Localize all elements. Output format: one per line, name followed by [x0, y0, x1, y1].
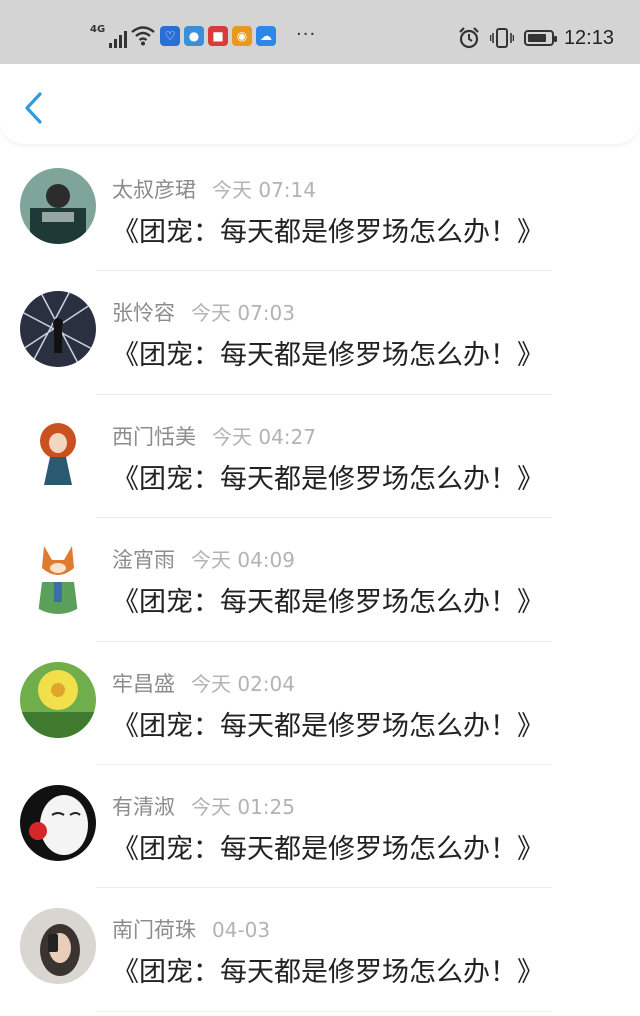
status-time: 12:13 [563, 26, 614, 49]
network-type: 4G [90, 24, 106, 35]
avatar[interactable] [20, 538, 96, 615]
sender-name: 有清淑 今天 01:25 [112, 791, 295, 821]
message-text: 《团宠：每天都是修罗场怎么办！》 [112, 710, 544, 742]
message-list: 太叔彦珺 今天 07:14 《团宠：每天都是修罗场怎么办！》 张怜容 今天 07:03 《… [0, 148, 640, 1012]
message-text: 《团宠：每天都是修罗场怎么办！》 [112, 217, 544, 248]
sender-name-text: 有清淑 [112, 794, 175, 819]
message-text: 《团宠：每天都是修罗场怎么办！》 [112, 957, 544, 989]
message-item[interactable]: 有清淑 今天 01:25 《团宠：每天都是修罗场怎么办！》 [0, 765, 640, 889]
vibrate-icon [489, 28, 514, 48]
battery-icon [523, 30, 557, 46]
sender-name-text: 太叔彦珺 [112, 178, 196, 202]
notification-icons: ♡ ● ■ ◉ ☁ [160, 26, 276, 46]
wifi-icon [131, 26, 155, 46]
avatar[interactable] [20, 661, 96, 738]
divider [96, 1010, 552, 1012]
sender-name: 太叔彦珺 今天 07:14 [112, 174, 316, 204]
message-item[interactable]: 张怜容 今天 07:03 《团宠：每天都是修罗场怎么办！》 [0, 271, 640, 395]
sender-name-text: 牢昌盛 [112, 671, 175, 696]
message-time: 今天 07:14 [212, 178, 316, 202]
message-time: 今天 04:27 [212, 424, 316, 449]
message-item[interactable]: 太叔彦珺 今天 07:14 《团宠：每天都是修罗场怎么办！》 [0, 148, 640, 272]
message-text: 《团宠：每天都是修罗场怎么办！》 [112, 587, 544, 619]
sender-name: 南门荷珠 04-03 [112, 914, 270, 944]
cellular-signal-icon: 4G [90, 24, 128, 48]
avatar[interactable] [20, 291, 96, 368]
sender-name: 淦宵雨 今天 04:09 [112, 544, 295, 574]
sender-name-text: 淦宵雨 [112, 548, 175, 573]
message-item[interactable]: 西门恬美 今天 04:27 《团宠：每天都是修罗场怎么办！》 [0, 395, 640, 519]
message-item[interactable]: 牢昌盛 今天 02:04 《团宠：每天都是修罗场怎么办！》 [0, 642, 640, 765]
message-text: 《团宠：每天都是修罗场怎么办！》 [112, 463, 544, 495]
security-app-icon: ♡ [160, 26, 180, 46]
sender-name: 张怜容 今天 07:03 [112, 297, 295, 327]
more-notifications-icon: ··· [296, 24, 317, 45]
status-bar: 4G ♡ ● ■ ◉ ☁ ··· 12:13 [0, 0, 640, 64]
message-item[interactable]: 南门荷珠 04-03 《团宠：每天都是修罗场怎么办！》 [0, 888, 640, 1012]
reader-app-icon: ■ [208, 26, 228, 46]
weather-app-icon: ☁ [256, 26, 276, 46]
message-time: 今天 02:04 [191, 671, 295, 696]
sender-name-text: 西门恬美 [112, 424, 196, 449]
message-text: 《团宠：每天都是修罗场怎么办！》 [112, 833, 544, 865]
message-item[interactable]: 淦宵雨 今天 04:09 《团宠：每天都是修罗场怎么办！》 [0, 518, 640, 642]
browser-app-icon: ● [184, 26, 204, 46]
message-time: 今天 07:03 [191, 301, 295, 326]
message-time: 今天 01:25 [191, 794, 295, 819]
alarm-icon [459, 27, 479, 49]
avatar[interactable] [20, 908, 96, 985]
weibo-app-icon: ◉ [232, 26, 252, 46]
sender-name-text: 南门荷珠 [112, 918, 196, 943]
message-time: 今天 04:09 [191, 548, 295, 573]
sender-name-text: 张怜容 [112, 301, 175, 326]
avatar[interactable] [20, 414, 96, 491]
navigation-bar [0, 64, 640, 144]
message-time: 04-03 [212, 918, 271, 943]
chevron-left-icon[interactable] [18, 90, 48, 126]
avatar[interactable] [20, 784, 96, 861]
message-text: 《团宠：每天都是修罗场怎么办！》 [112, 340, 544, 372]
sender-name: 牢昌盛 今天 02:04 [112, 668, 295, 698]
sender-name: 西门恬美 今天 04:27 [112, 421, 316, 451]
avatar[interactable] [20, 168, 96, 244]
